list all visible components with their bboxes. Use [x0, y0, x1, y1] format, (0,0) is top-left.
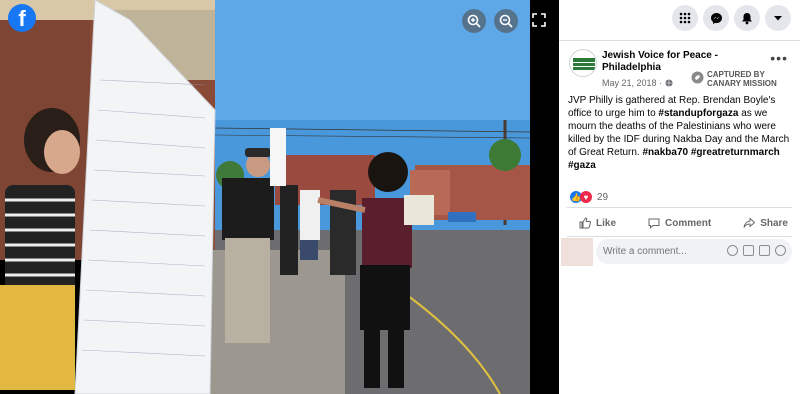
- share-icon: [743, 217, 756, 228]
- share-label: Share: [760, 217, 788, 229]
- menu-button[interactable]: [672, 5, 698, 31]
- sticker-icon[interactable]: [775, 245, 786, 256]
- more-options-button[interactable]: •••: [770, 51, 788, 65]
- share-button[interactable]: Share: [743, 210, 788, 236]
- post-actions: Like Comment Share: [559, 210, 800, 236]
- divider: [559, 40, 800, 41]
- post-panel: Jewish Voice for Peace - Philadelphia Ma…: [559, 0, 800, 394]
- comment-icon: [648, 218, 660, 229]
- zoom-in-button[interactable]: [462, 9, 486, 33]
- photo-viewer: f: [0, 0, 559, 394]
- top-nav-icons: [672, 5, 791, 31]
- watermark-line-1: CAPTURED BY: [707, 70, 765, 79]
- reactions-summary[interactable]: 👍 ♥ 29: [570, 191, 608, 203]
- facebook-logo-icon[interactable]: f: [8, 4, 36, 32]
- post-date[interactable]: May 21, 2018: [602, 78, 657, 88]
- account-button[interactable]: [765, 5, 791, 31]
- bell-icon: [742, 12, 752, 24]
- facebook-photo-viewer: f Jewish Voice for Peace - Philadelphia …: [0, 0, 800, 394]
- canary-mission-logo-icon: [691, 71, 704, 84]
- hashtag-link[interactable]: #gaza: [568, 160, 596, 171]
- comment-button[interactable]: Comment: [648, 210, 711, 236]
- zoom-out-icon: [499, 14, 513, 28]
- post-text: JVP Philly is gathered at Rep. Brendan B…: [568, 94, 794, 172]
- camera-icon[interactable]: [743, 245, 754, 256]
- messenger-icon: [710, 12, 722, 24]
- reaction-count: 29: [597, 191, 609, 203]
- zoom-out-button[interactable]: [494, 9, 518, 33]
- watermark-line-2: CANARY MISSION: [707, 79, 777, 88]
- expand-button[interactable]: [530, 12, 548, 30]
- zoom-in-icon: [467, 14, 481, 28]
- comment-box[interactable]: [596, 239, 792, 264]
- canary-mission-watermark: CAPTURED BY CANARY MISSION: [690, 67, 795, 89]
- hashtag-link[interactable]: #greatreturnmarch: [691, 147, 780, 158]
- divider: [567, 236, 792, 237]
- like-label: Like: [596, 217, 617, 229]
- hashtag-link[interactable]: #standupforgaza: [658, 108, 738, 119]
- user-avatar[interactable]: [561, 238, 593, 266]
- love-reaction-icon: ♥: [580, 191, 592, 203]
- post-meta: May 21, 2018 ·: [602, 78, 673, 88]
- hashtag-link[interactable]: #nakba70: [642, 147, 688, 158]
- caret-down-icon: [774, 16, 782, 21]
- notifications-button[interactable]: [734, 5, 760, 31]
- comment-input[interactable]: [603, 246, 733, 257]
- divider: [567, 207, 792, 208]
- like-button[interactable]: Like: [579, 210, 616, 236]
- post-photo: [0, 0, 530, 394]
- comment-label: Comment: [665, 217, 712, 229]
- globe-icon: [665, 79, 673, 87]
- gif-icon[interactable]: [759, 245, 770, 256]
- comment-tools: [727, 245, 786, 256]
- page-avatar[interactable]: [569, 49, 597, 77]
- grid-menu-icon: [679, 12, 691, 24]
- emoji-icon[interactable]: [727, 245, 738, 256]
- expand-icon: [532, 12, 546, 27]
- thumbs-up-icon: [579, 217, 591, 229]
- watermark-text: CAPTURED BY CANARY MISSION: [707, 70, 777, 88]
- messenger-button[interactable]: [703, 5, 729, 31]
